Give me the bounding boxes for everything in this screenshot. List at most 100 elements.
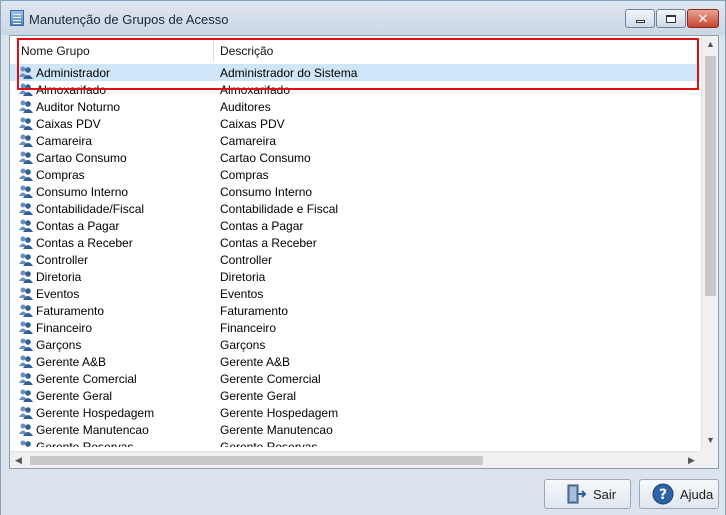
user-group-icon: [19, 389, 33, 402]
group-name: Administrador: [36, 66, 111, 80]
group-name: Contas a Pagar: [36, 219, 120, 233]
maximize-icon: [666, 14, 676, 23]
scroll-up-icon[interactable]: ▲: [702, 36, 719, 53]
group-description: Eventos: [220, 287, 264, 301]
group-description: Gerente Reservas: [220, 440, 318, 447]
user-group-icon: [19, 168, 33, 181]
column-divider[interactable]: [213, 38, 214, 62]
help-icon: ?: [652, 483, 674, 505]
minimize-button[interactable]: [625, 9, 655, 28]
group-name: Compras: [36, 168, 85, 182]
list-item[interactable]: Caixas PDV Caixas PDV: [10, 115, 700, 132]
group-description: Cartao Consumo: [220, 151, 311, 165]
list-item[interactable]: Camareira Camareira: [10, 132, 700, 149]
group-name: Faturamento: [36, 304, 105, 318]
help-button-label: Ajuda: [680, 486, 714, 502]
group-description: Consumo Interno: [220, 185, 313, 199]
group-name: Gerente A&B: [36, 355, 107, 369]
group-description: Contas a Pagar: [220, 219, 304, 233]
group-name: Financeiro: [36, 321, 93, 335]
maximize-button[interactable]: [656, 9, 686, 28]
list-item[interactable]: Controller Controller: [10, 251, 700, 268]
user-group-icon: [19, 270, 33, 283]
vertical-scrollbar[interactable]: ▲ ▼: [701, 36, 718, 451]
user-group-icon: [19, 219, 33, 232]
help-button[interactable]: ? Ajuda: [639, 479, 719, 509]
title-bar: Manutenção de Grupos de Acesso ✕: [1, 1, 725, 35]
group-name: Gerente Comercial: [36, 372, 137, 386]
user-group-icon: [19, 100, 33, 113]
group-description: Contabilidade e Fiscal: [220, 202, 339, 216]
group-description: Caixas PDV: [220, 117, 285, 131]
list-item[interactable]: Gerente Geral Gerente Geral: [10, 387, 700, 404]
user-group-icon: [19, 185, 33, 198]
group-description: Diretoria: [220, 270, 266, 284]
column-header-name[interactable]: Nome Grupo: [21, 44, 90, 58]
footer-bar: Sair ? Ajuda: [1, 471, 725, 515]
group-name: Consumo Interno: [36, 185, 129, 199]
scroll-left-icon[interactable]: ◀: [10, 452, 27, 469]
list-item[interactable]: Administrador Administrador do Sistema: [10, 64, 700, 81]
list-item[interactable]: Auditor Noturno Auditores: [10, 98, 700, 115]
group-name: Contas a Receber: [36, 236, 133, 250]
group-description: Controller: [220, 253, 273, 267]
user-group-icon: [19, 236, 33, 249]
list-item[interactable]: Gerente A&B Gerente A&B: [10, 353, 700, 370]
group-name: Auditor Noturno: [36, 100, 121, 114]
groups-list[interactable]: Nome Grupo Descrição Administrador Admini…: [9, 35, 719, 469]
list-item[interactable]: Compras Compras: [10, 166, 700, 183]
group-name: Cartao Consumo: [36, 151, 127, 165]
user-group-icon: [19, 287, 33, 300]
list-item[interactable]: Contas a Pagar Contas a Pagar: [10, 217, 700, 234]
list-item[interactable]: Diretoria Diretoria: [10, 268, 700, 285]
group-description: Financeiro: [220, 321, 277, 335]
group-name: Garçons: [36, 338, 82, 352]
group-description: Gerente A&B: [220, 355, 291, 369]
user-group-icon: [19, 338, 33, 351]
list-item[interactable]: Financeiro Financeiro: [10, 319, 700, 336]
list-item[interactable]: Cartao Consumo Cartao Consumo: [10, 149, 700, 166]
scroll-right-icon[interactable]: ▶: [683, 452, 700, 469]
group-name: Caixas PDV: [36, 117, 101, 131]
user-group-icon: [19, 406, 33, 419]
list-item[interactable]: Gerente Reservas Gerente Reservas: [10, 438, 700, 447]
window-title: Manutenção de Grupos de Acesso: [29, 12, 229, 27]
group-name: Gerente Reservas: [36, 440, 134, 447]
horizontal-scroll-thumb[interactable]: [30, 456, 483, 465]
user-group-icon: [19, 372, 33, 385]
group-description: Almoxarifado: [220, 83, 291, 97]
exit-button[interactable]: Sair: [544, 479, 631, 509]
group-description: Camareira: [220, 134, 277, 148]
group-name: Camareira: [36, 134, 93, 148]
list-item[interactable]: Gerente Comercial Gerente Comercial: [10, 370, 700, 387]
user-group-icon: [19, 83, 33, 96]
group-name: Gerente Hospedagem: [36, 406, 155, 420]
user-group-icon: [20, 440, 31, 447]
list-item[interactable]: Faturamento Faturamento: [10, 302, 700, 319]
user-group-icon: [19, 202, 33, 215]
list-item[interactable]: Gerente Hospedagem Gerente Hospedagem: [10, 404, 700, 421]
column-header-description[interactable]: Descrição: [220, 44, 273, 58]
group-maintenance-window: Manutenção de Grupos de Acesso ✕ Nome Gr…: [0, 0, 726, 515]
list-header: Nome Grupo Descrição: [10, 36, 700, 63]
close-icon: ✕: [697, 11, 709, 26]
list-item[interactable]: Eventos Eventos: [10, 285, 700, 302]
close-button[interactable]: ✕: [687, 9, 719, 28]
scroll-down-icon[interactable]: ▼: [702, 432, 719, 449]
list-item[interactable]: Contabilidade/Fiscal Contabilidade e Fisc…: [10, 200, 700, 217]
group-name: Diretoria: [36, 270, 82, 284]
list-item[interactable]: Contas a Receber Contas a Receber: [10, 234, 700, 251]
group-name: Gerente Geral: [36, 389, 113, 403]
list-item[interactable]: Garçons Garçons: [10, 336, 700, 353]
list-rows: Administrador Administrador do Sistema Alm…: [10, 64, 700, 447]
group-description: Auditores: [220, 100, 271, 114]
list-item[interactable]: Gerente Manutencao Gerente Manutencao: [10, 421, 700, 438]
list-item[interactable]: Consumo Interno Consumo Interno: [10, 183, 700, 200]
vertical-scroll-thumb[interactable]: [705, 56, 716, 296]
list-item[interactable]: Almoxarifado Almoxarifado: [10, 81, 700, 98]
group-description: Gerente Comercial: [220, 372, 321, 386]
group-description: Garçons: [220, 338, 266, 352]
group-description: Gerente Geral: [220, 389, 297, 403]
horizontal-scrollbar[interactable]: ◀ ▶: [10, 451, 701, 468]
app-icon: [10, 10, 24, 26]
